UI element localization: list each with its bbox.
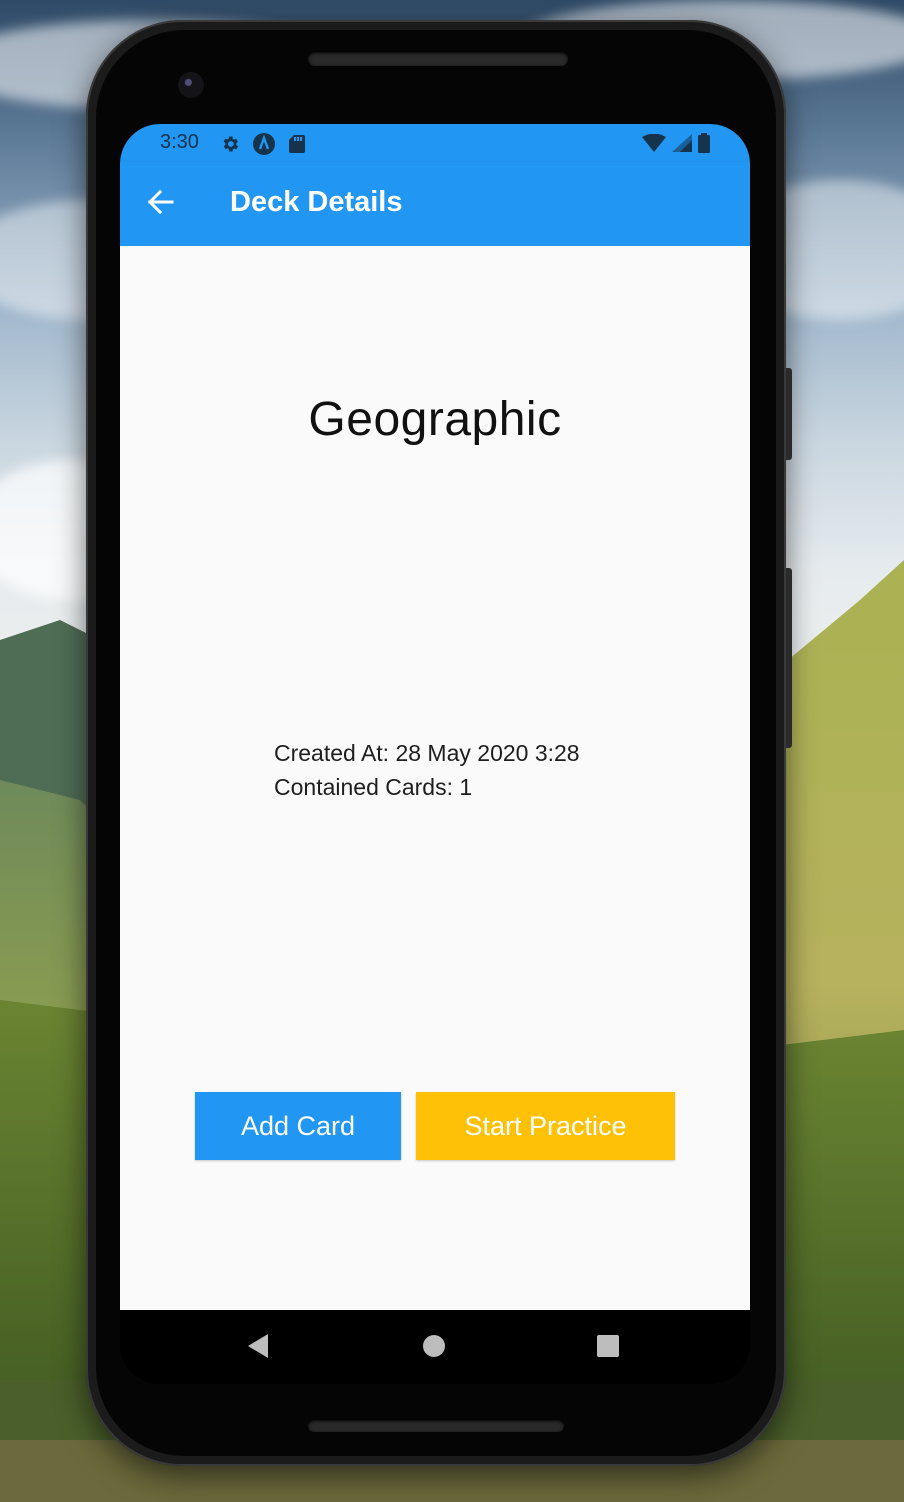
device-screen: 3:30 Deck Details Geographic Created At:… [120, 124, 750, 1384]
deck-details-content: Geographic Created At: 28 May 2020 3:28 … [120, 246, 750, 1310]
app-bar: Deck Details [120, 162, 750, 246]
front-camera [178, 72, 204, 98]
settings-icon [220, 134, 240, 159]
home-circle-icon [422, 1334, 446, 1363]
system-navigation-bar [120, 1310, 750, 1384]
earpiece-speaker [308, 52, 568, 66]
start-practice-button[interactable]: Start Practice [416, 1092, 675, 1160]
nav-back-button[interactable] [238, 1328, 278, 1368]
bottom-speaker [308, 1420, 564, 1432]
wifi-icon [642, 133, 666, 157]
back-triangle-icon [246, 1333, 270, 1364]
deck-meta: Created At: 28 May 2020 3:28 Contained C… [274, 736, 580, 804]
deck-name: Geographic [308, 393, 562, 446]
sd-card-icon [288, 134, 306, 159]
nav-home-button[interactable] [414, 1328, 454, 1368]
status-time: 3:30 [160, 131, 199, 153]
created-at-text: Created At: 28 May 2020 3:28 [274, 740, 580, 766]
add-card-button[interactable]: Add Card [195, 1092, 401, 1160]
page-title: Deck Details [230, 186, 403, 218]
status-bar: 3:30 [120, 124, 750, 162]
back-button[interactable] [140, 182, 180, 226]
nav-recents-button[interactable] [588, 1328, 628, 1368]
volume-button[interactable] [786, 368, 792, 460]
signal-icon [672, 134, 692, 157]
android-studio-icon [252, 132, 276, 161]
status-icons-right [642, 133, 710, 158]
contained-cards-text: Contained Cards: 1 [274, 774, 473, 800]
power-button[interactable] [786, 568, 792, 748]
status-icons-left [220, 132, 306, 161]
recents-square-icon [596, 1334, 620, 1363]
battery-icon [698, 133, 710, 158]
arrow-left-icon [146, 188, 174, 221]
